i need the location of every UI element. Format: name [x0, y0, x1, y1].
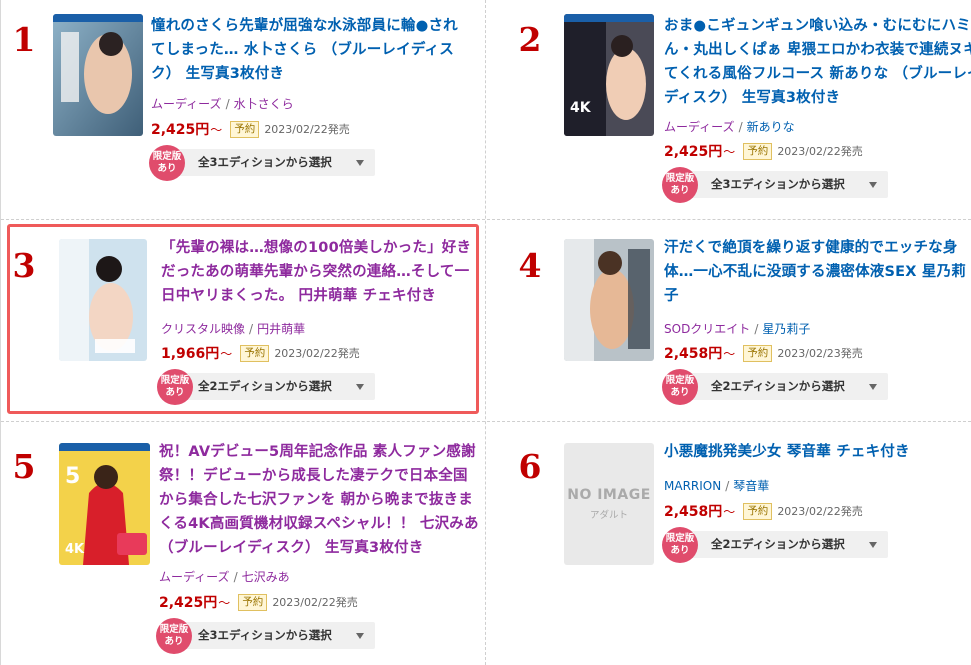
- actress-link[interactable]: 七沢みあ: [242, 570, 290, 584]
- limited-edition-badge: 限定版 あり: [156, 618, 192, 654]
- maker-line: MARRION / 琴音華: [664, 479, 770, 493]
- price: 2,458円: [664, 346, 723, 362]
- ranking-item: 4 汗だくで絶頂を繰り返す健康的でエッチな身体…一心不乱に没頭する濃密体液SEX…: [507, 220, 971, 420]
- limited-edition-badge: 限定版 あり: [662, 527, 698, 563]
- svg-text:4K: 4K: [570, 100, 592, 116]
- svg-text:4K: 4K: [65, 542, 85, 557]
- product-thumbnail[interactable]: 4K: [564, 14, 654, 136]
- reservation-badge: 予約: [743, 502, 773, 520]
- rank-number: 5: [12, 447, 36, 486]
- product-title-link[interactable]: 汗だくで絶頂を繰り返す健康的でエッチな身体…一心不乱に没頭する濃密体液SEX 星…: [664, 236, 971, 308]
- product-title-link[interactable]: 小悪魔挑発美少女 琴音華 チェキ付き: [664, 440, 971, 464]
- reservation-badge: 予約: [230, 120, 260, 138]
- rank-number: 6: [518, 447, 542, 486]
- edition-select[interactable]: 全3エディションから選択: [171, 622, 375, 649]
- maker-link[interactable]: ムーディーズ: [664, 120, 735, 134]
- rank-number: 2: [518, 20, 542, 59]
- price-line: 2,458円〜 予約 2023/02/22発売: [664, 501, 863, 521]
- price-line: 2,425円〜 予約 2023/02/22発売: [151, 119, 350, 139]
- product-thumbnail[interactable]: 5 4K: [59, 443, 150, 565]
- maker-link[interactable]: ムーディーズ: [151, 97, 222, 111]
- release-date: 2023/02/22発売: [777, 505, 863, 518]
- chevron-down-icon: [869, 182, 877, 188]
- limited-edition-badge: 限定版 あり: [149, 145, 185, 181]
- svg-text:5: 5: [65, 464, 80, 489]
- actress-link[interactable]: 新ありな: [747, 120, 795, 134]
- ranking-item: 1 憧れのさくら先輩が屈強な水泳部員に輪●されてしまった… 水卜さくら （ブルー…: [1, 0, 485, 219]
- chevron-down-icon: [356, 160, 364, 166]
- edition-select[interactable]: 全2エディションから選択: [684, 531, 888, 558]
- ranking-item: 6 NO IMAGE アダルト 小悪魔挑発美少女 琴音華 チェキ付き MARRI…: [507, 422, 971, 665]
- product-title-link[interactable]: おま●こギュンギュン喰い込み・むにむにハミまん・丸出しくぱぁ 卑猥エロかわ衣装で…: [664, 14, 971, 110]
- rank-number: 1: [12, 20, 36, 59]
- actress-link[interactable]: 琴音華: [733, 479, 769, 493]
- product-title-link[interactable]: 祝！AVデビュー5周年記念作品 素人ファン感謝祭！！デビューから成長した凄テクで…: [159, 440, 479, 560]
- maker-line: ムーディーズ / 七沢みあ: [159, 570, 290, 584]
- rank-number: 4: [518, 246, 542, 285]
- release-date: 2023/02/22発売: [777, 145, 863, 158]
- price-line: 2,458円〜 予約 2023/02/23発売: [664, 343, 863, 363]
- limited-edition-badge: 限定版 あり: [662, 369, 698, 405]
- ranking-item: 5 5 4K 祝！AVデビュー5周年記念作品 素人ファン感謝祭！！デビューから成…: [1, 422, 485, 665]
- edition-select[interactable]: 全2エディションから選択: [684, 373, 888, 400]
- maker-link[interactable]: MARRION: [664, 479, 721, 493]
- chevron-down-icon: [869, 542, 877, 548]
- price: 2,425円: [151, 122, 210, 138]
- reservation-badge: 予約: [238, 593, 268, 611]
- product-title-link[interactable]: 憧れのさくら先輩が屈強な水泳部員に輪●されてしまった… 水卜さくら （ブルーレイ…: [151, 14, 471, 86]
- price-line: 2,425円〜 予約 2023/02/22発売: [664, 141, 863, 161]
- maker-link[interactable]: SODクリエイト: [664, 322, 750, 336]
- release-date: 2023/02/23発売: [777, 347, 863, 360]
- ranking-item: 2 4K おま●こギュンギュン喰い込み・むにむにハミまん・丸出しくぱぁ 卑猥エロ…: [507, 0, 971, 219]
- limited-edition-badge: 限定版 あり: [157, 369, 193, 405]
- no-image-placeholder[interactable]: NO IMAGE アダルト: [564, 443, 654, 565]
- selected-item-highlight: [7, 224, 479, 414]
- reservation-badge: 予約: [743, 142, 773, 160]
- release-date: 2023/02/22発売: [272, 596, 358, 609]
- price: 2,425円: [664, 144, 723, 160]
- actress-link[interactable]: 水卜さくら: [234, 97, 294, 111]
- product-thumbnail[interactable]: [53, 14, 143, 136]
- column-divider: [485, 0, 486, 665]
- maker-line: SODクリエイト / 星乃莉子: [664, 322, 811, 336]
- price: 2,458円: [664, 504, 723, 520]
- ranking-grid: 1 憧れのさくら先輩が屈強な水泳部員に輪●されてしまった… 水卜さくら （ブルー…: [0, 0, 971, 665]
- reservation-badge: 予約: [743, 344, 773, 362]
- maker-line: ムーディーズ / 新ありな: [664, 120, 795, 134]
- price: 2,425円: [159, 595, 218, 611]
- release-date: 2023/02/22発売: [264, 123, 350, 136]
- edition-select[interactable]: 全3エディションから選択: [684, 171, 888, 198]
- edition-select[interactable]: 全3エディションから選択: [171, 149, 375, 176]
- limited-edition-badge: 限定版 あり: [662, 167, 698, 203]
- actress-link[interactable]: 星乃莉子: [762, 322, 810, 336]
- chevron-down-icon: [356, 633, 364, 639]
- product-thumbnail[interactable]: [564, 239, 654, 361]
- maker-line: ムーディーズ / 水卜さくら: [151, 97, 294, 111]
- maker-link[interactable]: ムーディーズ: [159, 570, 230, 584]
- price-line: 2,425円〜 予約 2023/02/22発売: [159, 592, 358, 612]
- chevron-down-icon: [869, 384, 877, 390]
